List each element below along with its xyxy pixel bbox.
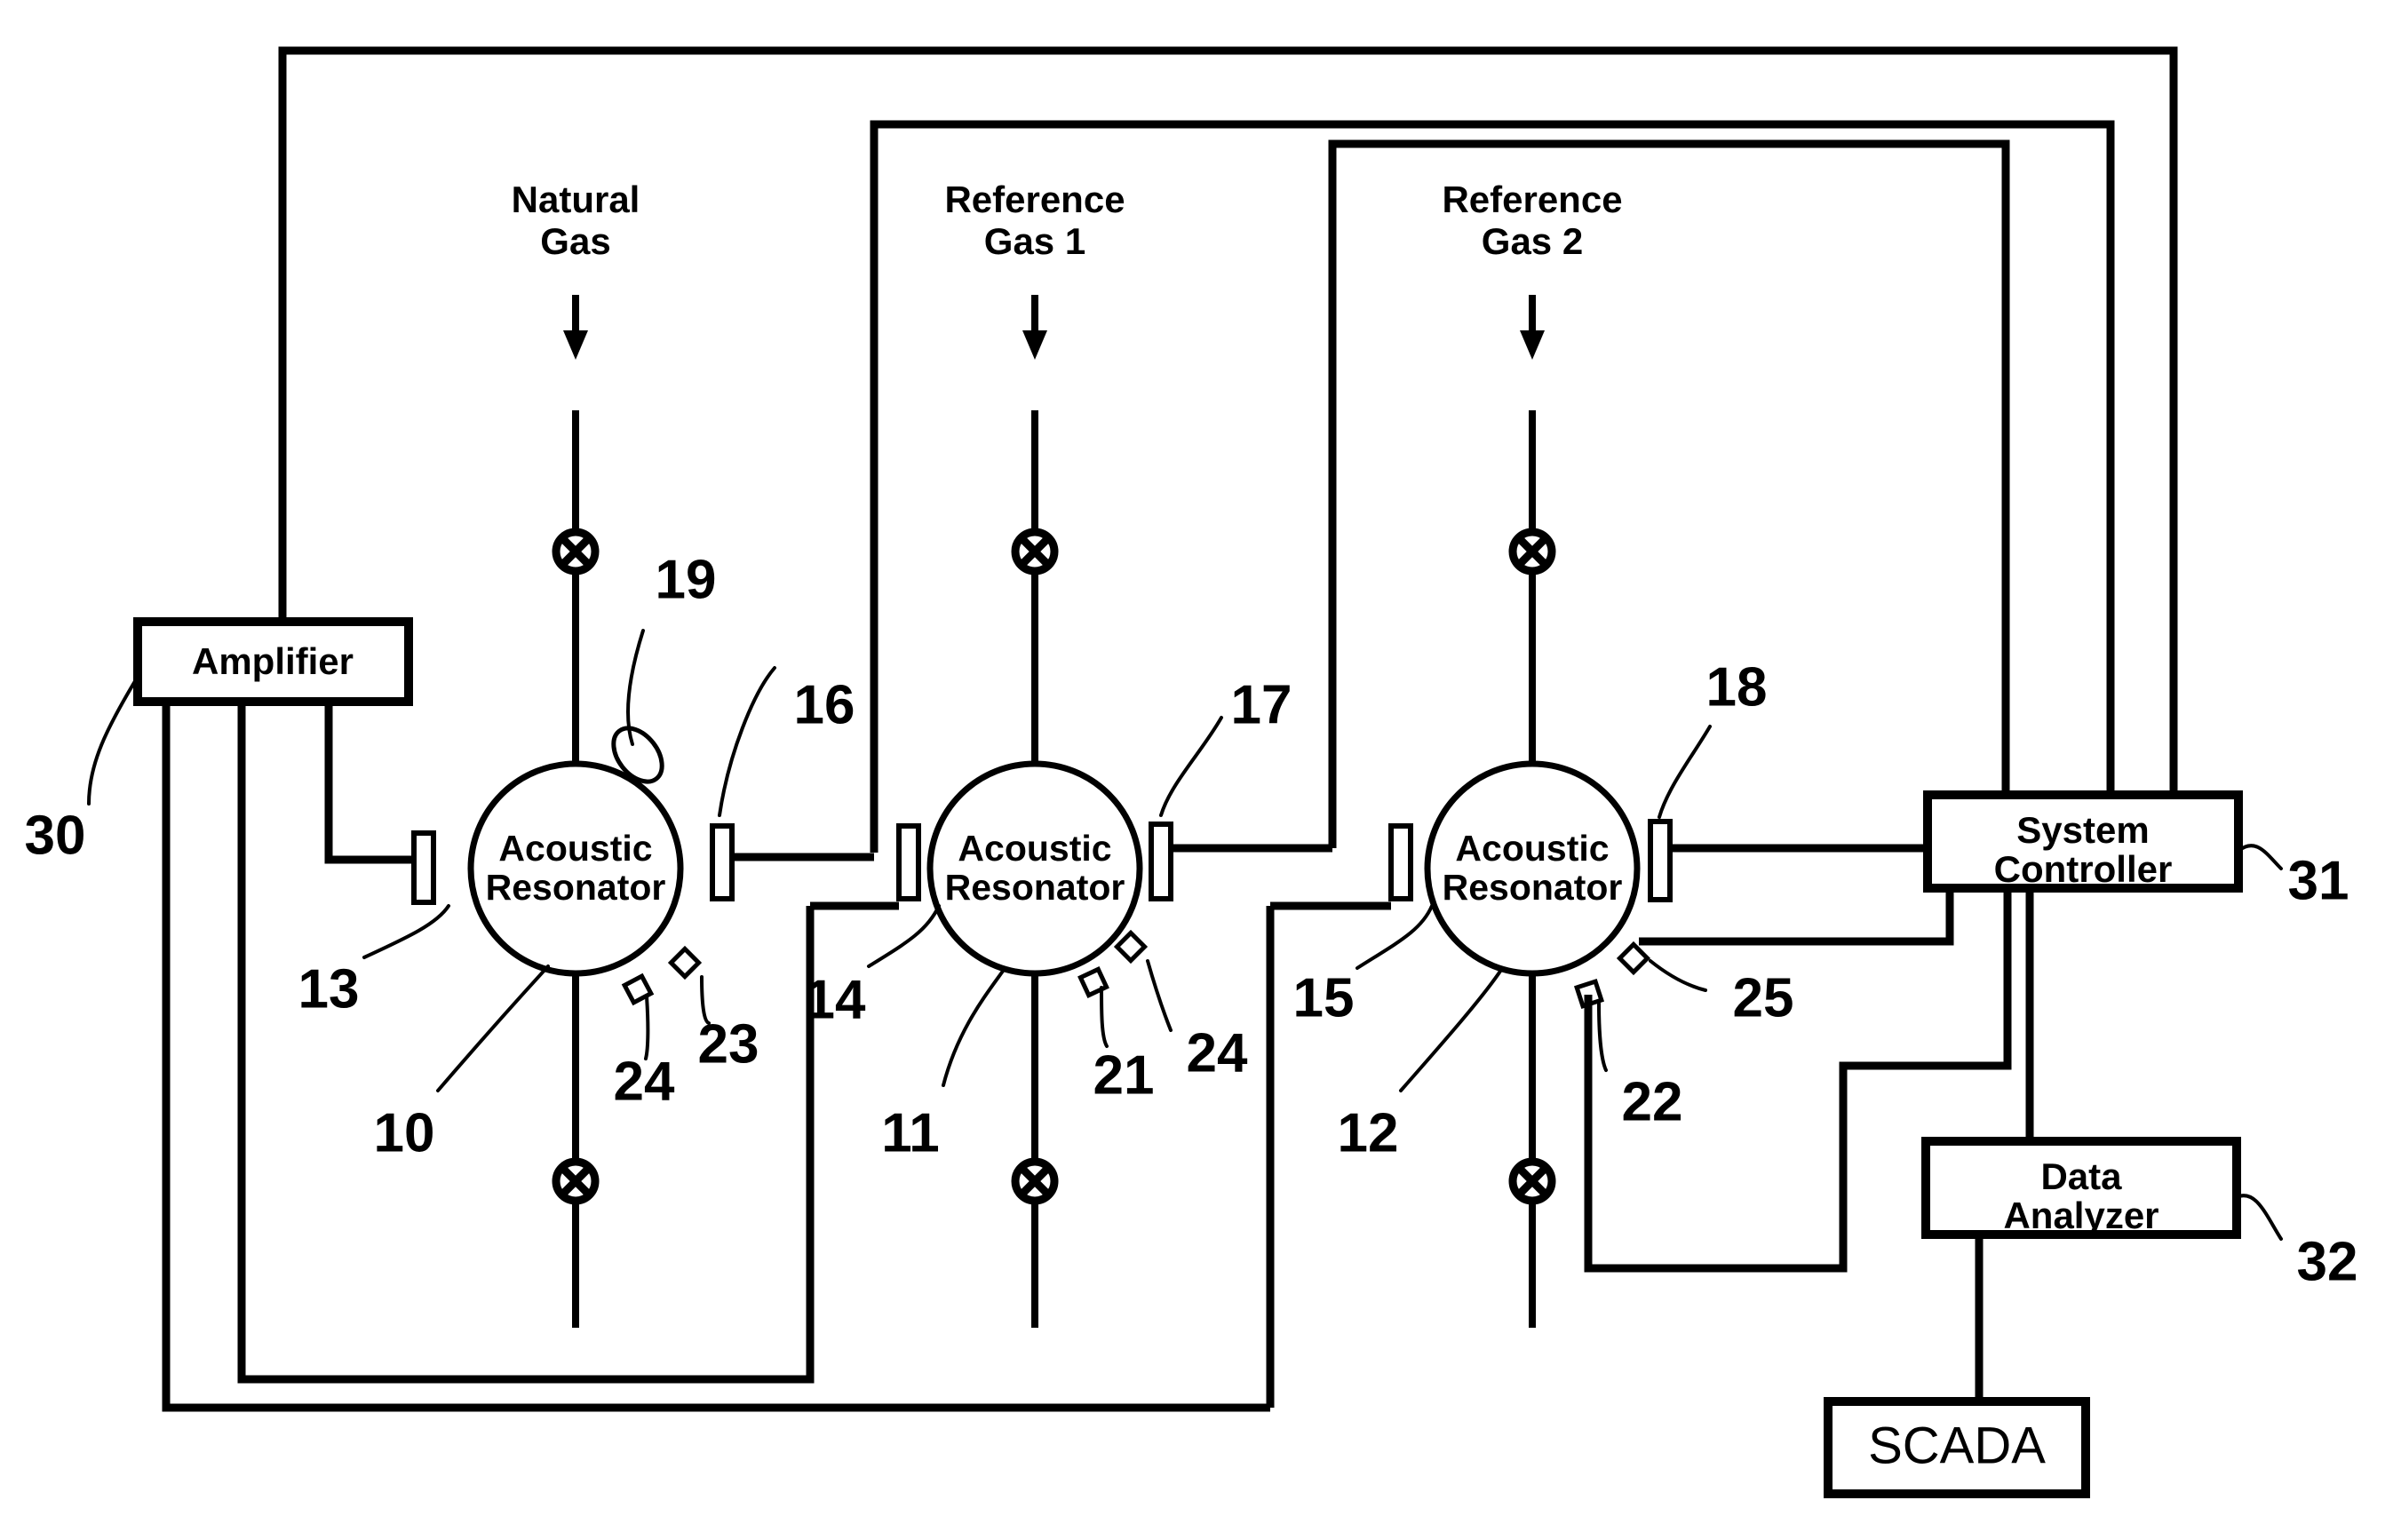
leader-17	[1159, 716, 1223, 817]
ref-num-31: 31	[2288, 850, 2349, 911]
res3-sensor-25-wire	[1639, 888, 1954, 946]
leader-22	[1597, 1002, 1608, 1072]
scada-label: SCADA	[1868, 1417, 2046, 1474]
ref-num-10: 10	[374, 1102, 435, 1163]
reference-gas-2-label-line2: Gas 2	[1482, 220, 1583, 262]
leader-24	[644, 995, 650, 1060]
resonator-1-right-transducer-icon[interactable]	[710, 823, 735, 901]
ref-num-18: 18	[1706, 656, 1768, 718]
resonator-1-outlet-valve[interactable]	[552, 1157, 600, 1205]
natural-gas-label-line2: Gas	[540, 220, 610, 262]
resonator-3-inlet-valve[interactable]	[1508, 528, 1556, 576]
reference-gas-1-label-line2: Gas 1	[984, 220, 1085, 262]
resonator-2-label-line1: Acoustic	[958, 828, 1111, 869]
leader-10	[436, 964, 550, 1092]
resonator-2-right-transducer-icon[interactable]	[1149, 822, 1173, 901]
leader-15	[1356, 904, 1434, 970]
leader-19	[626, 629, 645, 746]
leader-32	[2235, 1194, 2283, 1241]
amp-to-res1-left-transducer	[324, 702, 413, 864]
resonator-1-sensor-nub-a[interactable]	[667, 945, 703, 980]
resonator-1-label-line2: Resonator	[486, 867, 666, 908]
leader-30	[87, 675, 139, 806]
resonator-3-label-line2: Resonator	[1443, 867, 1623, 908]
ref-num-14: 14	[805, 969, 866, 1030]
ref-num-19: 19	[656, 549, 717, 610]
ref-num-22: 22	[1622, 1071, 1683, 1132]
patent-figure-diagram: Amplifier 30 Natural Gas Acoustic Resona…	[0, 0, 2401, 1540]
ref-num-13: 13	[298, 958, 360, 1020]
ref-num-12: 12	[1338, 1102, 1399, 1163]
leader-12	[1399, 968, 1503, 1092]
ref-num-32: 32	[2297, 1231, 2358, 1292]
resonator-2-label-line2: Resonator	[945, 867, 1125, 908]
leader-31	[2237, 844, 2283, 870]
routing-loop-outer	[278, 46, 2178, 795]
resonator-3-outlet-valve[interactable]	[1508, 1157, 1556, 1205]
natural-gas-flow-arrow-head	[563, 330, 588, 360]
figure-canvas: Amplifier 30 Natural Gas Acoustic Resona…	[25, 46, 2358, 1498]
ref-num-11: 11	[881, 1102, 940, 1163]
leader-24b	[1146, 959, 1173, 1032]
leader-13	[362, 904, 450, 959]
amplifier-label: Amplifier	[192, 640, 354, 682]
reference-gas-1-label-line1: Reference	[944, 179, 1125, 220]
routing-loop-inner	[1328, 139, 2010, 848]
resonator-3-right-transducer-icon[interactable]	[1648, 819, 1673, 902]
leader-25	[1649, 959, 1707, 992]
system-controller-label-line1: System	[2016, 809, 2149, 851]
ref-num-15: 15	[1293, 967, 1355, 1028]
ref-num-21: 21	[1093, 1044, 1155, 1106]
data-analyzer-label-line2: Analyzer	[2003, 1195, 2159, 1236]
resonator-1-left-transducer-icon[interactable]	[411, 830, 436, 905]
resonator-2-outlet-valve[interactable]	[1011, 1157, 1059, 1205]
resonator-2-sensor-nub-a[interactable]	[1113, 929, 1149, 964]
leader-14	[867, 904, 941, 968]
leader-21	[1100, 986, 1109, 1048]
reference-gas-2-flow-arrow-head	[1520, 330, 1545, 360]
ref-num-30: 30	[25, 805, 86, 866]
resonator-3-left-transducer-icon[interactable]	[1388, 823, 1413, 901]
resonator-1-label-line1: Acoustic	[498, 828, 652, 869]
reference-gas-2-label-line1: Reference	[1442, 179, 1622, 220]
leader-18	[1658, 725, 1712, 819]
ref-num-23: 23	[698, 1013, 759, 1075]
leader-11	[942, 968, 1006, 1087]
resonator-2-left-transducer-icon[interactable]	[896, 823, 921, 901]
ref-num-24-b: 24	[1187, 1022, 1248, 1084]
system-controller-label-line2: Controller	[1994, 848, 2173, 890]
resonator-3-sensor-nub-a[interactable]	[1616, 941, 1651, 976]
resonator-3-label-line1: Acoustic	[1455, 828, 1609, 869]
reference-gas-1-flow-arrow-head	[1022, 330, 1047, 360]
resonator-1-inlet-valve[interactable]	[552, 528, 600, 576]
ref-num-24-a: 24	[614, 1051, 675, 1112]
leader-16	[718, 666, 776, 817]
ref-num-25: 25	[1733, 967, 1794, 1028]
resonator-2-inlet-valve[interactable]	[1011, 528, 1059, 576]
ref-num-17: 17	[1231, 674, 1292, 735]
data-analyzer-label-line1: Data	[2040, 1155, 2122, 1197]
ref-num-16: 16	[794, 674, 855, 735]
natural-gas-label-line1: Natural	[512, 179, 640, 220]
